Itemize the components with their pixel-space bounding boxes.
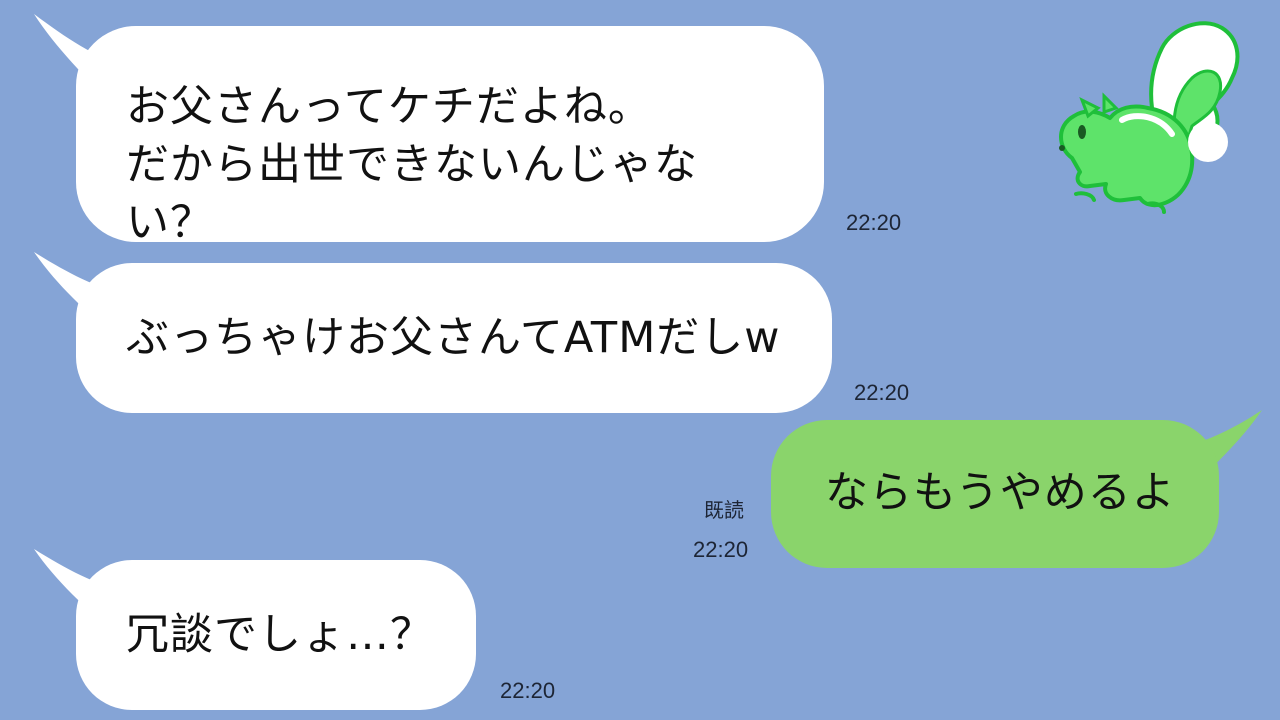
- message-timestamp: 22:20: [693, 537, 749, 562]
- message-bubble[interactable]: お父さんってケチだよね。 だから出世できないんじゃない？: [76, 26, 824, 248]
- read-receipt: 既読: [704, 498, 744, 522]
- message-bubble[interactable]: ならもうやめるよ: [771, 420, 1219, 568]
- message-bubble[interactable]: 冗談でしょ…？: [76, 560, 476, 710]
- skunk-icon: [1059, 21, 1240, 214]
- message-timestamp: 22:20: [846, 210, 902, 235]
- message-timestamp: 22:20: [854, 380, 910, 405]
- message-timestamp: 22:20: [500, 678, 556, 703]
- message-bubble[interactable]: ぶっちゃけお父さんてATMだしw: [76, 263, 832, 413]
